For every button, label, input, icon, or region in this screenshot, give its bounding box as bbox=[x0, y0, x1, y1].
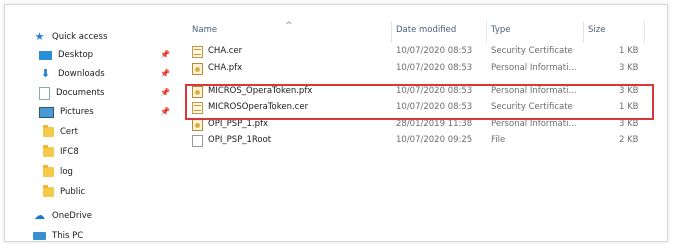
column-header-type[interactable]: Type bbox=[491, 25, 511, 35]
nav-label: This PC bbox=[52, 231, 84, 241]
nav-label: Public bbox=[60, 187, 86, 197]
file-date: 10/07/2020 08:53 bbox=[396, 46, 473, 56]
nav-desktop[interactable]: Desktop bbox=[39, 46, 93, 64]
pin-icon[interactable]: 📌 bbox=[160, 69, 170, 78]
file-explorer-window: ★ Quick access Desktop 📌 ⬇ Downloads 📌 D… bbox=[4, 4, 668, 242]
column-header-date[interactable]: Date modified bbox=[396, 25, 456, 35]
file-icon bbox=[192, 135, 203, 147]
nav-label: Documents bbox=[56, 88, 105, 98]
file-row[interactable]: OPI_PSP_1Root 10/07/2020 09:25 File 2 KB bbox=[181, 133, 667, 149]
nav-label: log bbox=[60, 167, 73, 177]
folder-icon bbox=[43, 125, 54, 137]
file-row[interactable]: CHA.pfx 10/07/2020 08:53 Personal Inform… bbox=[181, 61, 667, 77]
nav-label: Cert bbox=[60, 127, 78, 137]
download-arrow-icon: ⬇ bbox=[40, 67, 51, 80]
pfx-icon bbox=[192, 63, 203, 75]
pfx-icon bbox=[192, 119, 203, 131]
file-type: Personal Informati... bbox=[491, 119, 577, 129]
nav-folder-log[interactable]: log bbox=[43, 163, 73, 181]
file-type: File bbox=[491, 135, 506, 145]
file-type: Security Certificate bbox=[491, 46, 573, 56]
star-icon: ★ bbox=[34, 30, 45, 43]
nav-pictures[interactable]: Pictures bbox=[39, 103, 94, 121]
file-name: OPI_PSP_1.pfx bbox=[208, 119, 268, 129]
nav-label: OneDrive bbox=[52, 211, 92, 221]
folder-icon bbox=[43, 145, 54, 157]
file-row[interactable]: CHA.cer 10/07/2020 08:53 Security Certif… bbox=[181, 44, 667, 60]
computer-icon bbox=[33, 232, 46, 240]
file-type: Personal Informati... bbox=[491, 63, 577, 73]
column-divider[interactable] bbox=[583, 21, 584, 43]
column-divider[interactable] bbox=[391, 21, 392, 43]
file-date: 10/07/2020 08:53 bbox=[396, 63, 473, 73]
file-name: OPI_PSP_1Root bbox=[208, 135, 272, 145]
nav-quick-access[interactable]: ★ Quick access bbox=[33, 28, 108, 46]
folder-icon bbox=[43, 185, 54, 197]
nav-downloads[interactable]: ⬇ Downloads bbox=[39, 65, 105, 83]
certificate-icon bbox=[192, 46, 203, 58]
file-name: CHA.cer bbox=[208, 46, 243, 56]
documents-icon bbox=[39, 86, 50, 100]
file-date: 28/01/2019 11:38 bbox=[396, 119, 473, 129]
highlight-annotation-box bbox=[185, 84, 654, 120]
nav-onedrive[interactable]: ☁ OneDrive bbox=[33, 207, 92, 225]
nav-this-pc[interactable]: This PC bbox=[33, 227, 84, 241]
nav-folder-public[interactable]: Public bbox=[43, 183, 85, 201]
nav-label: Downloads bbox=[58, 69, 105, 79]
pin-icon[interactable]: 📌 bbox=[160, 88, 170, 97]
folder-icon bbox=[43, 165, 54, 177]
pin-icon[interactable]: 📌 bbox=[160, 107, 170, 116]
nav-folder-ifc8[interactable]: IFC8 bbox=[43, 143, 79, 161]
nav-label: IFC8 bbox=[60, 147, 79, 157]
nav-label: Quick access bbox=[52, 32, 108, 42]
column-divider[interactable] bbox=[644, 21, 645, 43]
file-size: 3 KB bbox=[619, 63, 639, 73]
cloud-icon: ☁ bbox=[34, 209, 45, 222]
navigation-pane: ★ Quick access Desktop 📌 ⬇ Downloads 📌 D… bbox=[5, 5, 181, 241]
column-header-size[interactable]: Size bbox=[588, 25, 605, 35]
file-date: 10/07/2020 09:25 bbox=[396, 135, 473, 145]
file-name: CHA.pfx bbox=[208, 63, 243, 73]
file-size: 1 KB bbox=[619, 46, 639, 56]
file-size: 3 KB bbox=[619, 119, 639, 129]
sort-indicator-icon: ^ bbox=[285, 21, 293, 31]
nav-label: Pictures bbox=[60, 107, 94, 117]
file-size: 2 KB bbox=[619, 135, 639, 145]
column-header-name[interactable]: Name bbox=[192, 25, 217, 35]
column-divider[interactable] bbox=[486, 21, 487, 43]
nav-folder-cert[interactable]: Cert bbox=[43, 123, 78, 141]
nav-label: Desktop bbox=[58, 50, 94, 60]
pictures-icon bbox=[39, 106, 54, 118]
nav-documents[interactable]: Documents bbox=[39, 84, 104, 102]
column-header-row: ^ Name Date modified Type Size bbox=[181, 21, 667, 43]
pin-icon[interactable]: 📌 bbox=[160, 50, 170, 59]
desktop-icon bbox=[39, 50, 52, 60]
